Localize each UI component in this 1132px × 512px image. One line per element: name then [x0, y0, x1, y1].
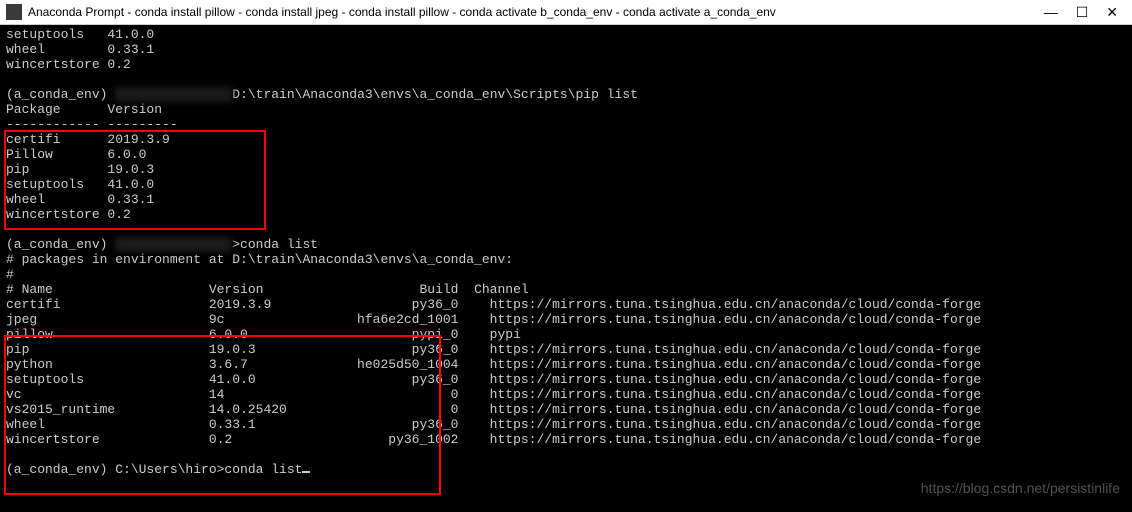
window-title-bar: Anaconda Prompt - conda install pillow -…: [0, 0, 1132, 25]
window-controls: — ☐ ✕: [1044, 4, 1126, 21]
app-icon: [6, 4, 22, 20]
minimize-button[interactable]: —: [1044, 4, 1058, 21]
terminal-output[interactable]: setuptools 41.0.0 wheel 0.33.1 wincertst…: [0, 25, 1132, 479]
watermark: https://blog.csdn.net/persistinlife: [921, 480, 1120, 496]
window-title: Anaconda Prompt - conda install pillow -…: [28, 5, 1044, 19]
maximize-button[interactable]: ☐: [1076, 4, 1089, 21]
close-button[interactable]: ✕: [1106, 4, 1118, 21]
